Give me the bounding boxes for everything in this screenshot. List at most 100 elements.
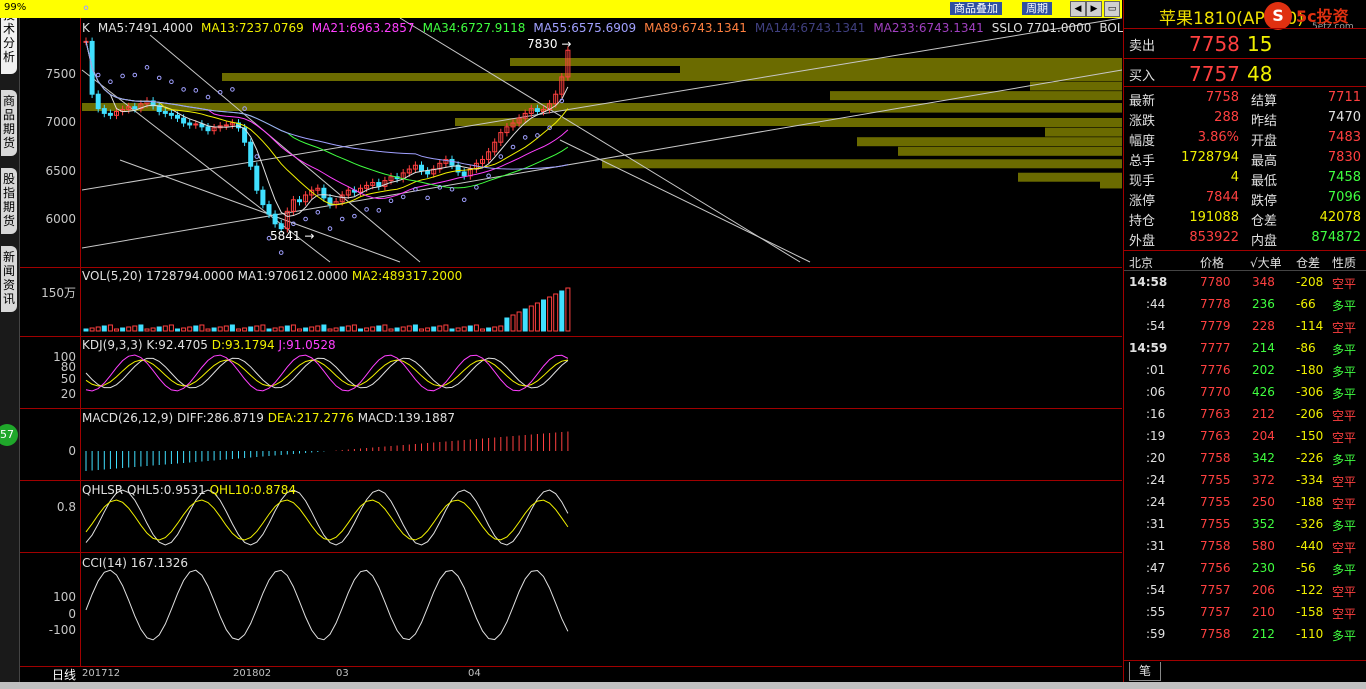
tick-price: 7758 (1200, 627, 1231, 641)
tick-volume: 206 (1252, 583, 1275, 597)
tick-nature: 多平 (1332, 453, 1357, 467)
trend-line (399, 17, 801, 263)
volume-bar (419, 328, 424, 332)
stat-value: 874872 (1311, 230, 1361, 245)
stat-label: 幅度 (1129, 134, 1156, 149)
logo-subtext: 5etz.com (1312, 22, 1354, 32)
volume-bar (541, 299, 546, 332)
tick-row[interactable]: 14:59 7777 214 -86 多平 (1124, 338, 1366, 360)
tick-price: 7778 (1200, 297, 1231, 311)
tick-nature: 空平 (1332, 431, 1357, 445)
tick-price: 7755 (1200, 517, 1231, 531)
stat-label: 昨结 (1251, 114, 1278, 129)
volume-bar (388, 328, 394, 332)
tick-time: :31 (1146, 517, 1166, 531)
tick-row[interactable]: :01 7776 202 -180 多平 (1124, 360, 1366, 382)
tick-row[interactable]: :24 7755 372 -334 空平 (1124, 470, 1366, 492)
tick-row[interactable]: :31 7755 352 -326 多平 (1124, 514, 1366, 536)
volume-profile-bar (1030, 81, 1122, 91)
volume-bar (315, 325, 321, 332)
volume-bar (412, 324, 418, 332)
volume-bar (425, 327, 431, 332)
volume-bar (290, 324, 296, 332)
volume-profile-bar (830, 91, 1122, 101)
candle-body (187, 122, 193, 126)
stat-label: 仓差 (1251, 214, 1278, 229)
volume-bar (205, 328, 211, 332)
tick-row[interactable]: :20 7758 342 -226 多平 (1124, 448, 1366, 470)
stat-row: 涨跌 288 昨结 7470 (1129, 108, 1365, 129)
volume-bar (217, 326, 223, 332)
candle-body (205, 126, 211, 132)
header-price: 价格 (1200, 256, 1225, 270)
tick-row[interactable]: :47 7756 230 -56 多平 (1124, 558, 1366, 580)
tick-price: 7757 (1200, 583, 1231, 597)
tick-nature: 多平 (1332, 563, 1357, 577)
cci-y-100: 100 (53, 590, 76, 604)
stat-row: 最新 7758 结算 7711 (1129, 88, 1365, 109)
tick-volume: 228 (1252, 319, 1275, 333)
tick-row[interactable]: 14:58 7780 348 -208 空平 (1124, 272, 1366, 294)
kdj-j: J:91.0528 (278, 338, 336, 352)
tick-time: :31 (1146, 539, 1166, 553)
kdj-k: K:92.4705 (146, 338, 208, 352)
stat-value: 4 (1230, 170, 1239, 185)
y-axis-line (80, 18, 81, 666)
kdj-d: D:93.1794 (211, 338, 275, 352)
tick-volume: 212 (1252, 627, 1275, 641)
sar-dot (425, 195, 430, 201)
ma-legend-item: MA13:7237.0769 (201, 21, 304, 35)
sar-dot (510, 144, 516, 150)
volume-profile-bar (1100, 179, 1122, 189)
tick-row[interactable]: :06 7770 426 -306 多平 (1124, 382, 1366, 404)
tick-price: 7779 (1200, 319, 1231, 333)
kdj-title: KDJ(9,3,3) (82, 338, 143, 352)
tick-row[interactable]: :31 7758 580 -440 空平 (1124, 536, 1366, 558)
low-marker: 5841 → (270, 229, 315, 243)
qhlsr-title: QHLSR (82, 483, 124, 497)
tick-time: :20 (1146, 451, 1166, 465)
tick-row[interactable]: :54 7757 206 -122 空平 (1124, 580, 1366, 602)
volume-bar (376, 325, 382, 332)
sar-dot (230, 87, 235, 92)
volume-bar (510, 314, 516, 332)
tick-row[interactable]: :55 7757 210 -158 空平 (1124, 602, 1366, 624)
candle-body (223, 124, 229, 127)
tick-price: 7758 (1200, 539, 1231, 553)
volume-bar (236, 328, 241, 332)
volume-bar (498, 325, 504, 332)
candle-body (107, 112, 113, 116)
ma-legend-item: SSLO 7701.0000 (991, 21, 1092, 35)
qhlsr-q5: QHL5:0.9531 (126, 483, 206, 497)
macd-value: MACD:139.1887 (357, 411, 455, 425)
tick-oi-change: -114 (1296, 319, 1324, 333)
tick-row[interactable]: :24 7755 250 -188 空平 (1124, 492, 1366, 514)
stat-label: 结算 (1251, 94, 1278, 109)
tick-row[interactable]: :19 7763 204 -150 空平 (1124, 426, 1366, 448)
tick-row[interactable]: :44 7778 236 -66 多平 (1124, 294, 1366, 316)
volume-bar (266, 328, 272, 332)
tick-row[interactable]: :59 7758 212 -110 多平 (1124, 624, 1366, 646)
candle-body (132, 106, 138, 110)
tick-price: 7758 (1200, 451, 1231, 465)
tick-nature: 多平 (1332, 519, 1357, 533)
tick-volume: 214 (1252, 341, 1275, 355)
volume-bar (150, 327, 156, 332)
y-tick-6000: 6000 (45, 212, 76, 226)
period-daily-button[interactable]: 日线 (52, 666, 76, 683)
stat-value: 7470 (1327, 110, 1361, 125)
ma-legend-item: MA55:6575.6909 (533, 21, 637, 35)
x-label: 201712 (82, 668, 121, 679)
sar-dot (522, 135, 528, 140)
tick-volume: 202 (1252, 363, 1275, 377)
stat-label: 外盘 (1129, 234, 1156, 249)
tick-time: :01 (1146, 363, 1166, 377)
tick-row[interactable]: :54 7779 228 -114 空平 (1124, 316, 1366, 338)
qhlsr-y-tick: 0.8 (56, 500, 76, 514)
sar-dot (108, 79, 113, 85)
tick-tab[interactable]: 笔 (1129, 662, 1161, 681)
header-bigorder[interactable]: √大单 (1250, 254, 1282, 271)
cci-y-0: 0 (68, 607, 76, 621)
tick-row[interactable]: :16 7763 212 -206 空平 (1124, 404, 1366, 426)
volume-bar (473, 324, 479, 332)
